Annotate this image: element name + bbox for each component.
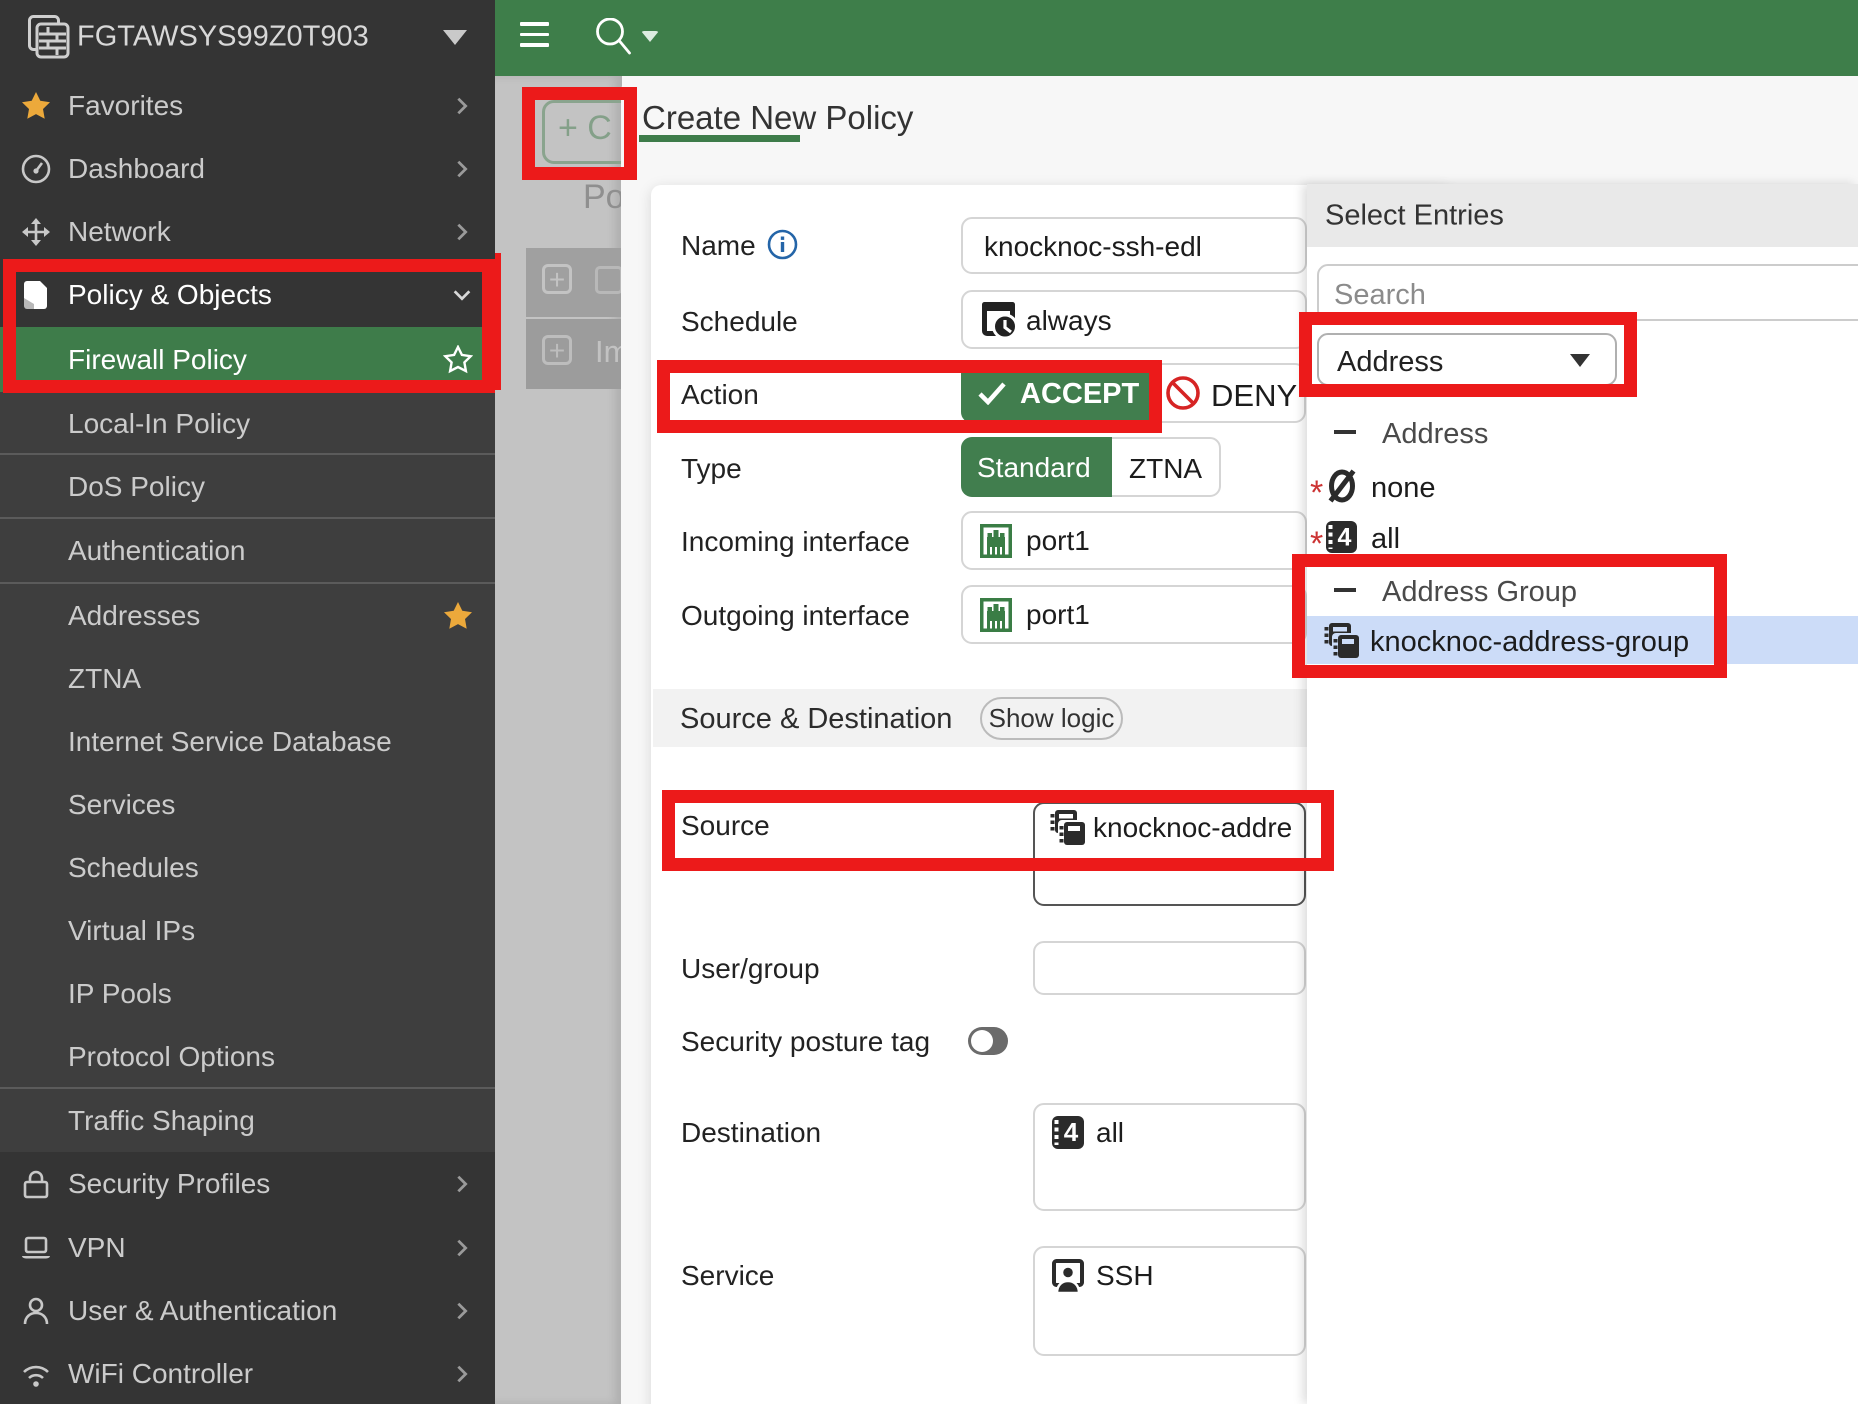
- svg-text:4: 4: [1338, 524, 1352, 552]
- svg-text:4: 4: [1064, 1117, 1079, 1147]
